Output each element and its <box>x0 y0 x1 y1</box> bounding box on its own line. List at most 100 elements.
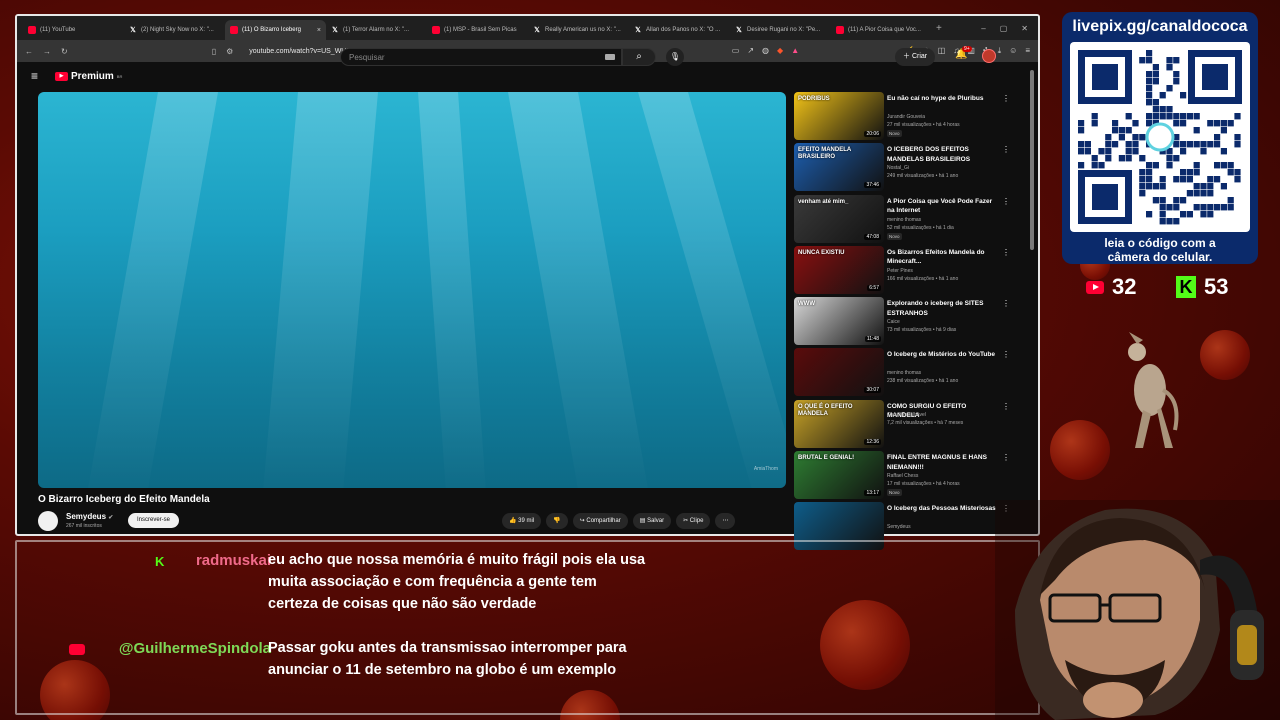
tab-1[interactable]: 𝕏 (2) Night Sky Now no X: "... <box>124 20 225 40</box>
subscribe-button[interactable]: Inscrever-se <box>128 513 180 528</box>
tab-label: (11) A Pior Coisa que Voc... <box>848 27 921 33</box>
recommendation-title[interactable]: O ICEBERG DOS EFEITOS MANDELAS BRASILEIR… <box>887 145 999 164</box>
tab-label: Desiree Rugani no X: "Pe... <box>747 27 821 33</box>
share-icon[interactable]: ↗ <box>747 46 754 56</box>
channel-name[interactable]: Semydeus ✔ <box>66 512 113 521</box>
video-thumbnail[interactable]: WWW 11:48 <box>794 297 884 346</box>
dislike-button[interactable]: 👎 <box>546 513 568 529</box>
create-button[interactable]: ＋ Criar <box>895 48 936 66</box>
wallet-icon[interactable]: ◫ <box>938 46 946 56</box>
tab-3[interactable]: 𝕏 (1) Terror Alarm no X: "... <box>326 20 427 40</box>
recommendation-item[interactable]: O QUE É O EFEITO MANDELA 12:36 COMO SURGIU… <box>794 399 1016 451</box>
menu-icon[interactable]: ≡ <box>1025 46 1030 56</box>
bookmark-icon[interactable]: ▯ <box>212 47 216 56</box>
save-button[interactable]: ▤ Salvar <box>632 513 672 529</box>
video-thumbnail[interactable]: NUNCA EXISTIU 6:57 <box>794 245 884 294</box>
video-thumbnail[interactable]: EFEITO MANDELA BRASILEIRO 37:46 <box>794 143 884 192</box>
like-button[interactable]: 👍 39 mil <box>502 513 542 529</box>
account-avatar[interactable] <box>982 49 996 63</box>
more-options-icon[interactable]: ⋮ <box>1002 94 1010 103</box>
more-options-icon[interactable]: ⋮ <box>1002 145 1010 154</box>
recommendation-title[interactable]: O Iceberg das Pessoas Misteriosas <box>887 504 999 514</box>
video-duration: 47:08 <box>864 233 881 240</box>
recommendation-channel[interactable]: menino thomas <box>887 370 921 376</box>
video-thumbnail[interactable]: BRUTAL E GENIAL! 13:17 <box>794 451 884 500</box>
video-thumbnail[interactable]: venham até mim_ 47:08 <box>794 194 884 243</box>
site-info-icon[interactable]: ⚙ <box>226 47 233 56</box>
more-options-icon[interactable]: ⋮ <box>1002 402 1010 411</box>
recommendation-item[interactable]: BRUTAL E GENIAL! 13:17 FINAL ENTRE MAGNUS … <box>794 451 1016 502</box>
recommendation-title[interactable]: O Iceberg de Mistérios do YouTube <box>887 350 999 360</box>
forward-icon[interactable]: → <box>43 47 51 56</box>
recommendation-meta: 17 mil visualizações • há 4 horas <box>887 481 960 488</box>
search-button[interactable]: ⌕ <box>622 48 656 66</box>
recommendation-channel[interactable]: Caice <box>887 319 900 325</box>
video-thumbnail[interactable]: 30:07 <box>794 348 884 397</box>
qr-code <box>1070 42 1250 232</box>
tab-5[interactable]: 𝕏 Really American us no X: "... <box>528 20 629 40</box>
rewards-icon[interactable]: ▲ <box>791 46 799 56</box>
tab-4[interactable]: (1) MSP - Brasil Sem Picas <box>427 20 528 40</box>
recommendation-title[interactable]: Eu não caí no hype de Pluribus <box>887 94 999 104</box>
more-actions-button[interactable]: ⋯ <box>715 513 736 529</box>
share-button[interactable]: ↪ Compartilhar <box>572 513 628 529</box>
recommendation-channel[interactable]: menino thomas <box>887 217 921 223</box>
clip-button[interactable]: ✂ Clipe <box>676 513 711 529</box>
recommendation-item[interactable]: 30:07 O Iceberg de Mistérios do YouTube me… <box>794 348 1016 399</box>
tab-7[interactable]: 𝕏 Desiree Rugani no X: "Pe... <box>730 20 831 40</box>
tab-2[interactable]: (11) O Bizarro Iceberg × <box>225 20 326 40</box>
more-options-icon[interactable]: ⋮ <box>1002 299 1010 308</box>
video-duration: 13:17 <box>864 490 881 497</box>
recommendation-title[interactable]: A Pior Coisa que Você Pode Fazer na Inte… <box>887 197 999 216</box>
recommendation-title[interactable]: Os Bizarros Efeitos Mandela do Minecraft… <box>887 248 999 267</box>
extension-icon[interactable]: ◍ <box>762 46 769 56</box>
search-input[interactable]: Pesquisar <box>340 48 622 66</box>
close-tab-icon[interactable]: × <box>317 27 321 34</box>
webcam-feed <box>995 500 1280 720</box>
brave-icon[interactable]: ◆ <box>777 46 783 56</box>
voice-search-button[interactable]: 🎙 <box>666 48 684 66</box>
cast-icon[interactable]: ▭ <box>732 46 740 56</box>
thumbnail-text: venham até mim_ <box>798 198 849 205</box>
video-thumbnail[interactable]: PODRIBUS 20:06 <box>794 92 884 140</box>
recommendation-channel[interactable]: Semydeus <box>887 524 911 530</box>
recommendation-title[interactable]: Explorando o iceberg de SITES ESTRANHOS <box>887 299 999 318</box>
recommendation-channel[interactable]: Canal Espalhável <box>887 412 926 418</box>
new-tab-button[interactable]: + <box>936 23 942 34</box>
reload-icon[interactable]: ↻ <box>61 47 68 56</box>
downloads-icon[interactable]: ⤓ <box>998 46 1002 56</box>
recommendation-item[interactable]: venham até mim_ 47:08 A Pior Coisa que Voc… <box>794 194 1016 246</box>
video-thumbnail[interactable]: O QUE É O EFEITO MANDELA 12:36 <box>794 399 884 448</box>
recommendation-channel[interactable]: Raffael Chess <box>887 473 918 479</box>
more-options-icon[interactable]: ⋮ <box>1002 248 1010 257</box>
recommendation-item[interactable]: PODRIBUS 20:06 Eu não caí no hype de Pluri… <box>794 92 1016 143</box>
more-options-icon[interactable]: ⋮ <box>1002 197 1010 206</box>
minimize-icon[interactable]: – <box>981 24 985 33</box>
more-options-icon[interactable]: ⋮ <box>1002 350 1010 359</box>
page-scrollbar[interactable] <box>1030 70 1034 250</box>
video-duration: 37:46 <box>864 182 881 189</box>
recommendation-title[interactable]: FINAL ENTRE MAGNUS E HANS NIEMANN!!! <box>887 453 999 472</box>
channel-avatar[interactable] <box>38 511 58 531</box>
hamburger-menu-icon[interactable]: ≡ <box>31 69 51 83</box>
close-window-icon[interactable]: ✕ <box>1021 24 1028 33</box>
recommendation-item[interactable]: EFEITO MANDELA BRASILEIRO 37:46 O ICEBERG … <box>794 143 1016 194</box>
profile-icon[interactable]: ☺ <box>1009 46 1017 56</box>
tab-8[interactable]: (11) A Pior Coisa que Voc... <box>831 20 932 40</box>
tab-0[interactable]: (11) YouTube <box>23 20 124 40</box>
video-player[interactable]: AmiaThom <box>38 92 786 488</box>
back-icon[interactable]: ← <box>25 47 33 56</box>
recommendation-channel[interactable]: Peter Pines <box>887 268 913 274</box>
recommendation-channel[interactable]: Nostal_Gi <box>887 165 909 171</box>
youtube-play-icon: ▶ <box>55 71 68 81</box>
recommendation-item[interactable]: NUNCA EXISTIU 6:57 Os Bizarros Efeitos Man… <box>794 245 1016 297</box>
recommendation-item[interactable]: WWW 11:48 Explorando o iceberg de SITES ES… <box>794 297 1016 348</box>
tab-6[interactable]: 𝕏 Allan dos Panos no X: "O ... <box>629 20 730 40</box>
more-options-icon[interactable]: ⋮ <box>1002 453 1010 462</box>
keyboard-icon[interactable] <box>605 54 615 60</box>
recommendation-channel[interactable]: Jurandir Gouveia <box>887 114 925 120</box>
chat-overlay: Kradmuskai eu acho que nossa memória é mu… <box>15 540 1040 715</box>
maximize-icon[interactable]: ▢ <box>1000 24 1008 33</box>
youtube-logo[interactable]: ▶ Premium BR <box>55 71 122 82</box>
notification-badge: 9+ <box>962 46 972 52</box>
